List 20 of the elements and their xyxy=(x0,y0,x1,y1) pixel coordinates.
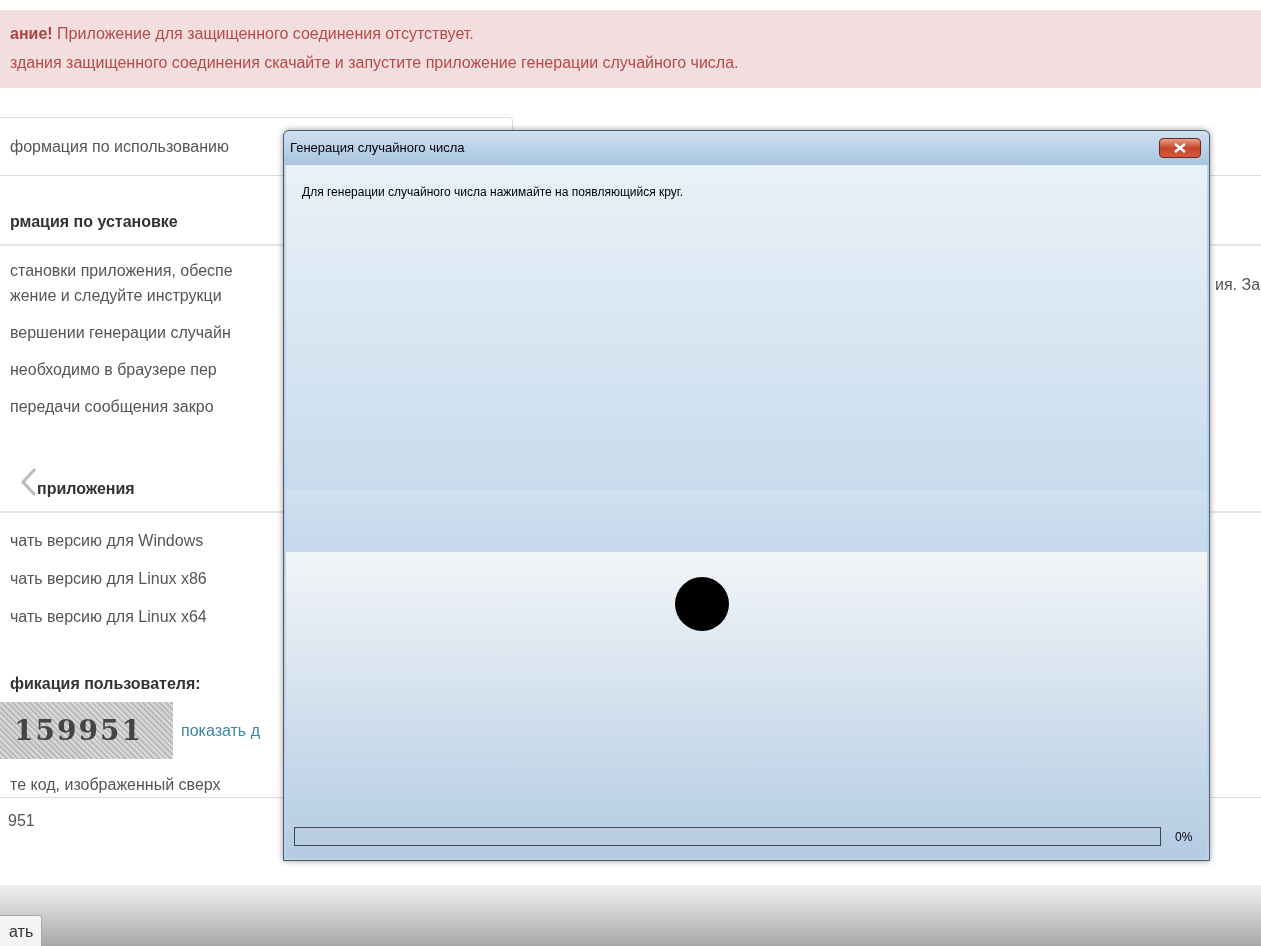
paragraph-text: вершении генерации случайн xyxy=(9,323,231,343)
instruction-text: Для генерации случайного числа нажимайте на появляющийся круг. xyxy=(302,185,684,199)
close-icon xyxy=(1173,143,1187,153)
paragraph-text: ия. За xyxy=(1215,275,1261,295)
window-title: Генерация случайного числа xyxy=(290,139,465,158)
captcha-image: 159951 xyxy=(0,702,173,759)
close-button[interactable] xyxy=(1159,138,1201,158)
paragraph-text: передачи сообщения закро xyxy=(9,397,214,417)
section-heading: рмация по установке xyxy=(10,213,178,230)
target-circle[interactable] xyxy=(675,577,729,631)
paragraph-text: становки приложения, обеспе жение и следуйте инструкци xyxy=(9,261,233,306)
alert-text: здания защищенного соединения скачайте и запустите приложение генерации случайного числа. xyxy=(10,53,740,73)
hint-text: те код, изображенный сверх xyxy=(9,775,222,795)
section-heading: приложения xyxy=(37,480,135,497)
submit-button[interactable]: ать xyxy=(0,915,43,946)
alert-text: ание! Приложение для защищенного соединения отсутствует. xyxy=(10,24,475,44)
section-heading: фикация пользователя: xyxy=(10,674,202,694)
progress-reading: 0% xyxy=(1175,829,1194,846)
show-link[interactable]: показать д xyxy=(181,718,260,743)
paragraph-text: необходимо в браузере пер xyxy=(9,360,217,380)
